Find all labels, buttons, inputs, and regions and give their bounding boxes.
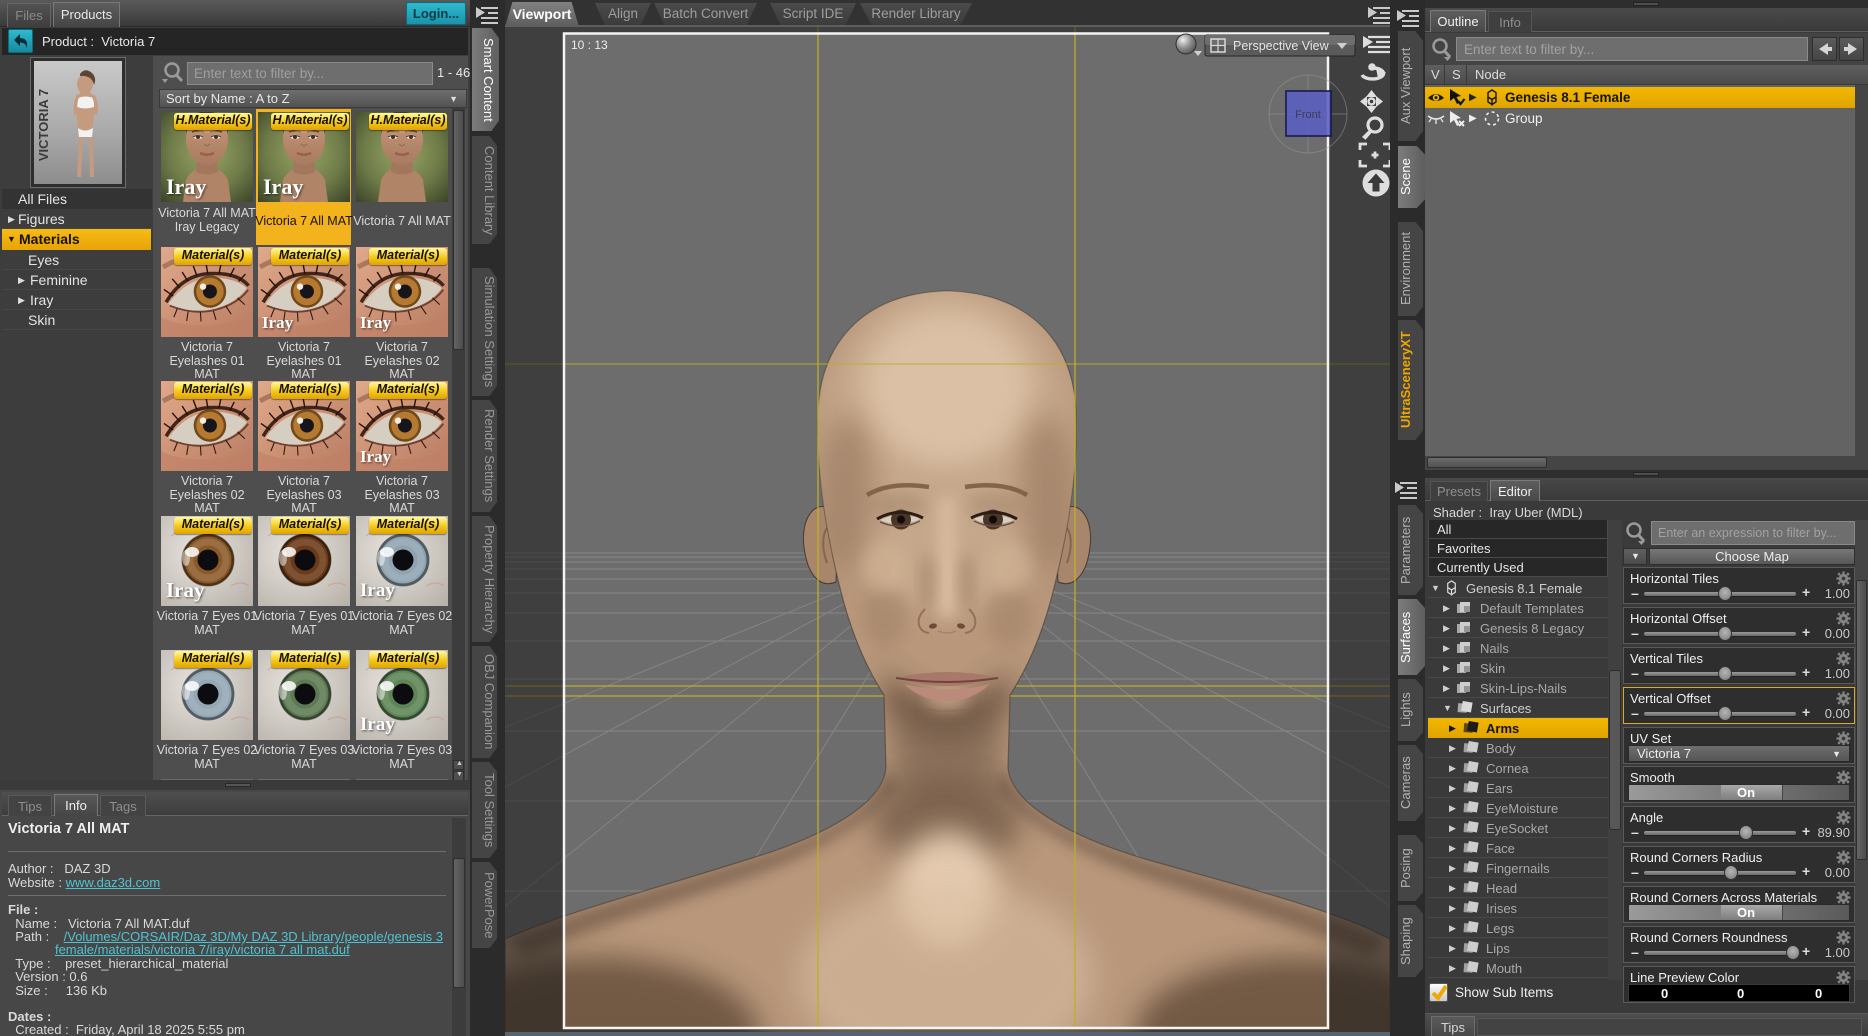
- svg-text:Perspective View: Perspective View: [1233, 39, 1330, 53]
- svg-text:VICTORIA 7: VICTORIA 7: [36, 89, 51, 161]
- svg-text:Front: Front: [1295, 109, 1321, 121]
- svg-text:10 : 13: 10 : 13: [571, 38, 608, 52]
